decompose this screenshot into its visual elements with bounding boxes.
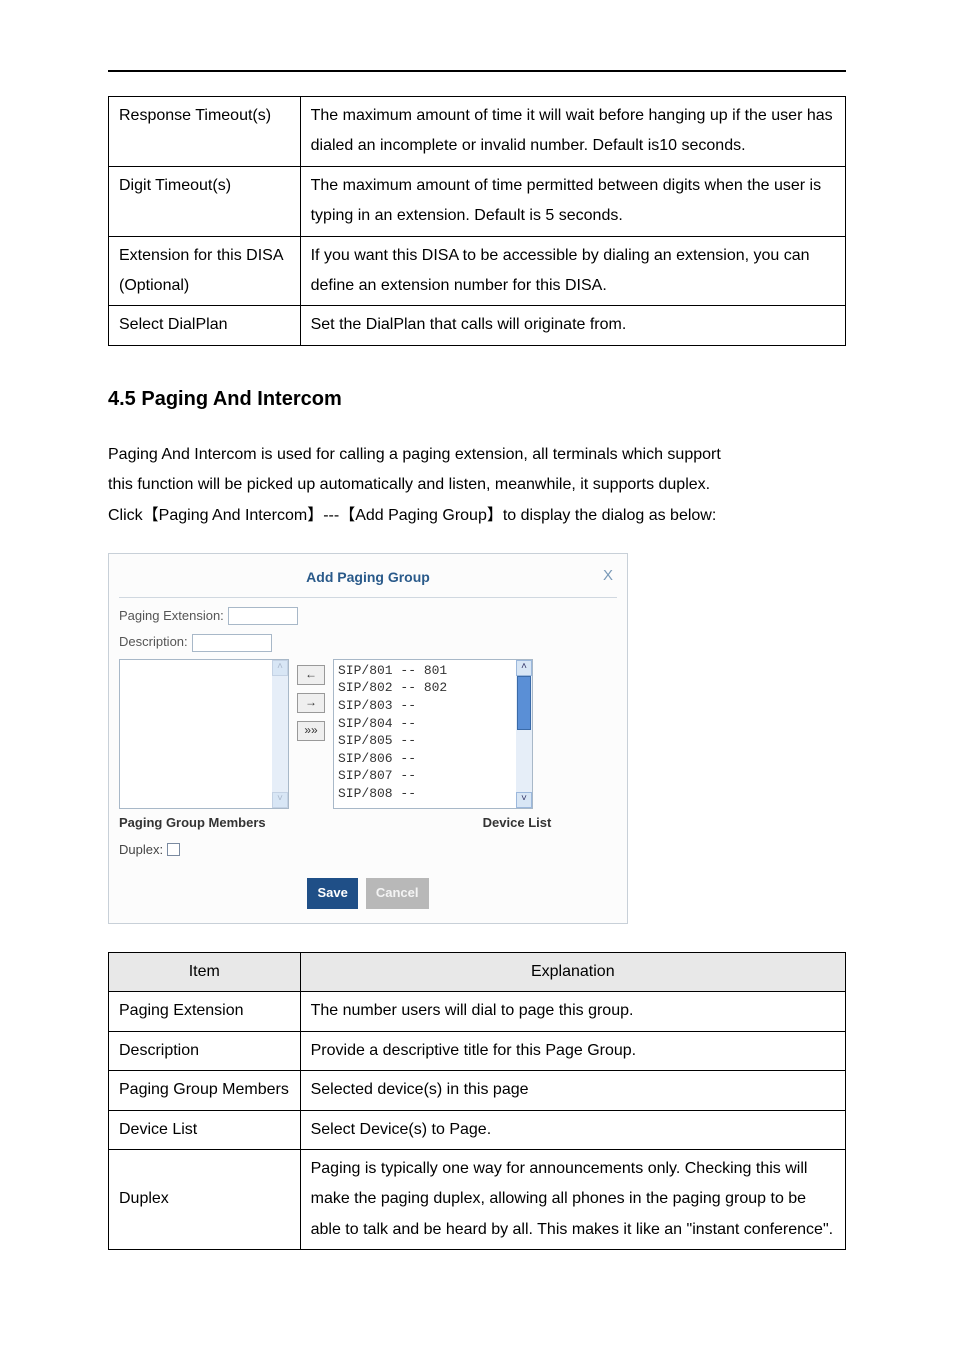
device-list-item[interactable]: SIP/807 -- — [338, 767, 528, 785]
add-paging-group-dialog: Add Paging Group X Paging Extension: Des… — [108, 553, 628, 924]
paging-group-members-listbox[interactable]: ˄ ˅ — [119, 659, 289, 809]
disa-exp: The maximum amount of time permitted bet… — [300, 166, 845, 236]
paging-exp: Selected device(s) in this page — [300, 1071, 845, 1110]
disa-params-table: Response Timeout(s) The maximum amount o… — [108, 96, 846, 346]
scroll-up-icon[interactable]: ˄ — [516, 660, 532, 676]
disa-item: Response Timeout(s) — [109, 97, 301, 167]
duplex-checkbox[interactable] — [167, 843, 180, 856]
paging-item: Description — [109, 1031, 301, 1070]
device-list-item[interactable]: SIP/803 -- — [338, 697, 528, 715]
device-list-item[interactable]: SIP/806 -- — [338, 750, 528, 768]
device-list-item[interactable]: SIP/804 -- — [338, 715, 528, 733]
dialog-title: Add Paging Group — [306, 564, 430, 591]
disa-exp: The maximum amount of time it will wait … — [300, 97, 845, 167]
table-row: Extension for this DISA (Optional) If yo… — [109, 236, 846, 306]
table-row: Paging Extension The number users will d… — [109, 992, 846, 1031]
paging-exp: Provide a descriptive title for this Pag… — [300, 1031, 845, 1070]
cancel-button[interactable]: Cancel — [366, 878, 429, 909]
table-row: Device List Select Device(s) to Page. — [109, 1110, 846, 1149]
table-header-item: Item — [109, 952, 301, 991]
close-icon[interactable]: X — [603, 562, 613, 591]
duplex-label: Duplex: — [119, 838, 163, 863]
save-button[interactable]: Save — [307, 878, 357, 909]
paging-params-table: Item Explanation Paging Extension The nu… — [108, 952, 846, 1250]
description-label: Description: — [119, 630, 188, 655]
members-list-label: Paging Group Members — [119, 811, 319, 836]
table-row: Description Provide a descriptive title … — [109, 1031, 846, 1070]
paging-exp: Select Device(s) to Page. — [300, 1110, 845, 1149]
paging-exp: Paging is typically one way for announce… — [300, 1149, 845, 1249]
device-list-listbox[interactable]: SIP/801 -- 801SIP/802 -- 802SIP/803 --SI… — [333, 659, 533, 809]
paging-item: Paging Group Members — [109, 1071, 301, 1110]
section-heading: 4.5 Paging And Intercom — [108, 380, 846, 418]
dialog-divider — [119, 597, 617, 598]
disa-item: Extension for this DISA (Optional) — [109, 236, 301, 306]
disa-exp: Set the DialPlan that calls will origina… — [300, 306, 845, 345]
section-para-line: Click【Paging And Intercom】---【Add Paging… — [108, 501, 846, 531]
device-list-label: Device List — [417, 811, 617, 836]
device-list-item[interactable]: SIP/808 -- — [338, 785, 528, 803]
paging-extension-label: Paging Extension: — [119, 604, 224, 629]
paging-item: Device List — [109, 1110, 301, 1149]
table-header-explanation: Explanation — [300, 952, 845, 991]
table-row: Response Timeout(s) The maximum amount o… — [109, 97, 846, 167]
section-para-line: Paging And Intercom is used for calling … — [108, 440, 846, 470]
scroll-thumb[interactable] — [517, 676, 531, 730]
move-all-button[interactable]: »» — [297, 721, 325, 741]
move-right-button[interactable]: → — [297, 693, 325, 713]
table-row: Paging Group Members Selected device(s) … — [109, 1071, 846, 1110]
device-list-item[interactable]: SIP/805 -- — [338, 732, 528, 750]
page-divider — [108, 70, 846, 72]
table-row: Select DialPlan Set the DialPlan that ca… — [109, 306, 846, 345]
disa-item: Digit Timeout(s) — [109, 166, 301, 236]
disa-item: Select DialPlan — [109, 306, 301, 345]
device-list-item[interactable]: SIP/801 -- 801 — [338, 662, 528, 680]
scrollbar[interactable]: ˄ ˅ — [272, 660, 288, 808]
table-row: Duplex Paging is typically one way for a… — [109, 1149, 846, 1249]
disa-exp: If you want this DISA to be accessible b… — [300, 236, 845, 306]
description-input[interactable] — [192, 634, 272, 652]
scroll-up-icon[interactable]: ˄ — [272, 660, 288, 676]
table-row: Digit Timeout(s) The maximum amount of t… — [109, 166, 846, 236]
scroll-down-icon[interactable]: ˅ — [272, 792, 288, 808]
device-list-item[interactable]: SIP/802 -- 802 — [338, 679, 528, 697]
scrollbar[interactable]: ˄ ˅ — [516, 660, 532, 808]
paging-exp: The number users will dial to page this … — [300, 992, 845, 1031]
paging-extension-input[interactable] — [228, 607, 298, 625]
move-left-button[interactable]: ← — [297, 665, 325, 685]
section-para-line: this function will be picked up automati… — [108, 470, 846, 500]
paging-item: Paging Extension — [109, 992, 301, 1031]
scroll-down-icon[interactable]: ˅ — [516, 792, 532, 808]
paging-item: Duplex — [109, 1149, 301, 1249]
